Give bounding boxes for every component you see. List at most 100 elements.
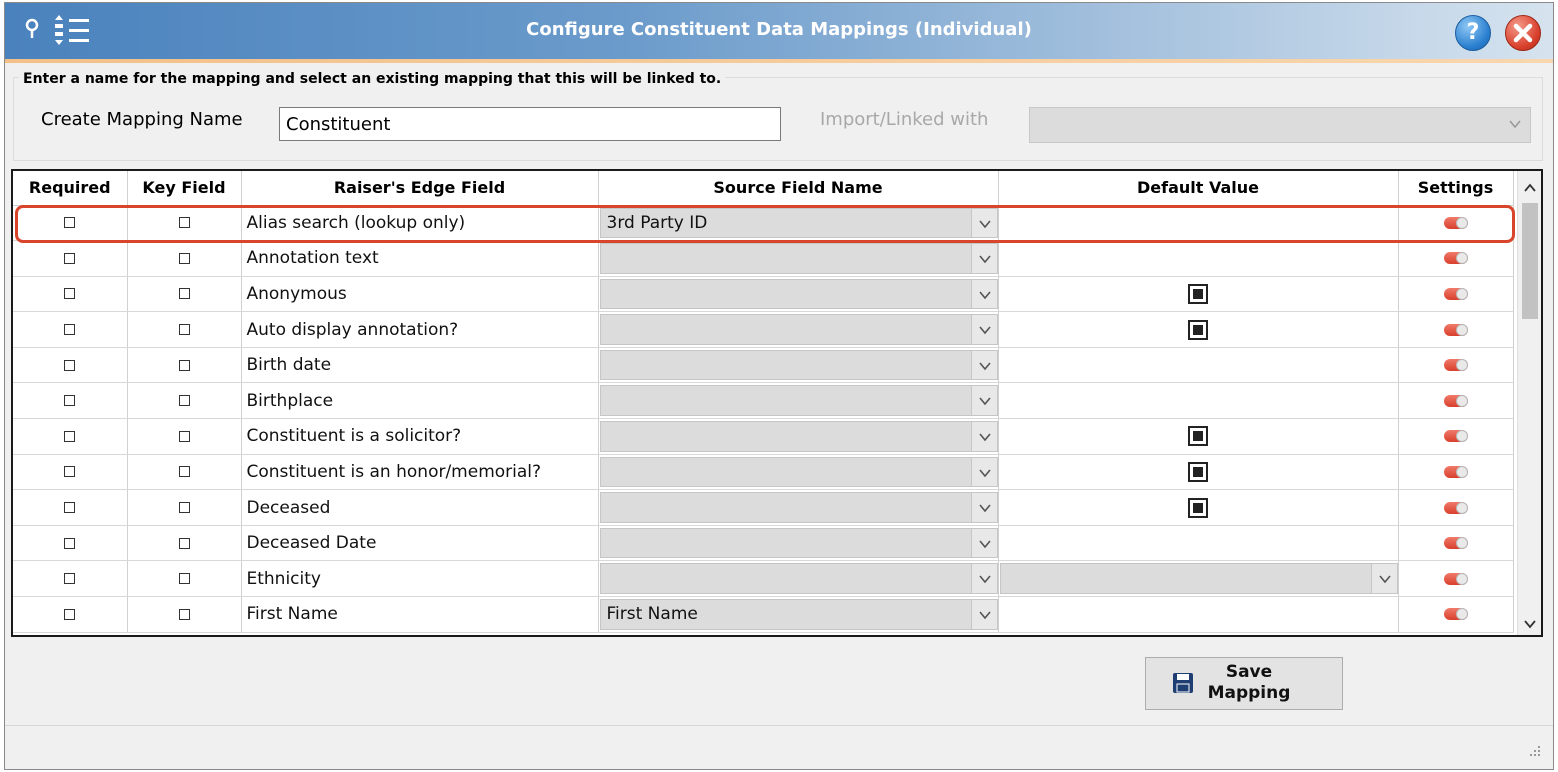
source-field-select[interactable] [599, 385, 998, 417]
default-value-cell[interactable] [998, 525, 1399, 562]
required-checkbox[interactable] [64, 395, 76, 407]
key-field-checkbox[interactable] [178, 466, 190, 478]
required-checkbox[interactable] [64, 608, 76, 620]
vertical-scrollbar[interactable] [1517, 171, 1541, 635]
source-field-select[interactable] [599, 456, 998, 488]
source-field-select[interactable] [599, 563, 998, 595]
scrollbar-thumb[interactable] [1522, 203, 1538, 319]
source-field-select[interactable] [599, 243, 998, 274]
default-value-checkbox[interactable] [1188, 319, 1208, 340]
settings-toggle-icon[interactable] [1443, 608, 1468, 621]
dropdown-button[interactable] [1370, 564, 1397, 594]
chevron-down-icon[interactable] [1524, 619, 1536, 629]
required-checkbox[interactable] [64, 252, 76, 264]
settings-toggle-icon[interactable] [1443, 252, 1468, 265]
source-field-select[interactable] [599, 314, 998, 345]
required-checkbox[interactable] [64, 324, 76, 336]
key-field-checkbox[interactable] [178, 502, 190, 514]
key-field-checkbox[interactable] [178, 537, 190, 549]
table-row[interactable]: Annotation text [13, 240, 1514, 277]
default-value-cell[interactable] [998, 205, 1399, 242]
settings-toggle-icon[interactable] [1443, 394, 1468, 407]
import-linked-select[interactable] [1029, 107, 1531, 143]
default-value-cell[interactable] [998, 454, 1399, 491]
default-value-cell[interactable] [998, 311, 1399, 348]
table-row[interactable]: Auto display annotation? [13, 311, 1514, 348]
settings-toggle-icon[interactable] [1443, 216, 1468, 229]
dropdown-button[interactable] [970, 350, 997, 380]
table-row[interactable]: Ethnicity [13, 560, 1514, 598]
table-row[interactable]: Birth date [13, 347, 1514, 384]
required-checkbox[interactable] [64, 359, 76, 371]
settings-toggle-icon[interactable] [1443, 430, 1468, 443]
default-value-select[interactable] [999, 563, 1398, 595]
dropdown-button[interactable] [970, 315, 997, 344]
key-field-checkbox[interactable] [178, 288, 190, 300]
key-field-checkbox[interactable] [178, 395, 190, 407]
required-checkbox[interactable] [64, 573, 76, 585]
table-row[interactable]: Deceased Date [13, 525, 1514, 562]
settings-toggle-icon[interactable] [1443, 323, 1468, 336]
key-field-checkbox[interactable] [178, 608, 190, 620]
close-x-icon[interactable] [1505, 15, 1541, 51]
required-checkbox[interactable] [64, 502, 76, 514]
settings-toggle-icon[interactable] [1443, 572, 1468, 585]
key-field-checkbox[interactable] [178, 430, 190, 442]
settings-toggle-icon[interactable] [1443, 287, 1468, 300]
source-field-select[interactable] [599, 278, 998, 310]
settings-toggle-icon[interactable] [1443, 501, 1468, 514]
source-field-select[interactable]: First Name [599, 599, 998, 630]
source-field-select[interactable] [599, 492, 998, 523]
dropdown-button[interactable] [970, 279, 997, 309]
default-value-cell[interactable] [998, 347, 1399, 384]
default-value-cell[interactable] [998, 596, 1399, 633]
key-field-checkbox[interactable] [178, 359, 190, 371]
default-value-checkbox[interactable] [1188, 426, 1208, 447]
required-checkbox[interactable] [64, 288, 76, 300]
resize-grip-icon[interactable] [1525, 741, 1543, 759]
key-field-checkbox[interactable] [178, 324, 190, 336]
default-value-cell[interactable] [998, 240, 1399, 277]
settings-toggle-icon[interactable] [1443, 465, 1468, 478]
mapping-name-input[interactable] [279, 107, 781, 141]
default-value-cell[interactable] [998, 489, 1399, 526]
default-value-cell[interactable] [998, 276, 1399, 313]
key-field-checkbox[interactable] [178, 573, 190, 585]
dropdown-button[interactable] [970, 457, 997, 487]
col-required[interactable]: Required [13, 171, 128, 206]
dropdown-button[interactable] [970, 564, 997, 594]
default-value-checkbox[interactable] [1188, 461, 1208, 482]
required-checkbox[interactable] [64, 217, 76, 229]
dropdown-button[interactable] [970, 244, 997, 273]
dropdown-button[interactable] [970, 600, 997, 629]
dropdown-button[interactable] [970, 528, 997, 558]
col-source-field[interactable]: Source Field Name [598, 171, 999, 206]
dropdown-button[interactable] [970, 422, 997, 451]
table-row[interactable]: Constituent is a solicitor? [13, 418, 1514, 455]
required-checkbox[interactable] [64, 430, 76, 442]
source-field-select[interactable]: 3rd Party ID [599, 207, 998, 239]
dropdown-button[interactable] [970, 493, 997, 522]
default-value-cell[interactable] [998, 418, 1399, 455]
required-checkbox[interactable] [64, 537, 76, 549]
dropdown-button[interactable] [970, 386, 997, 416]
source-field-select[interactable] [599, 421, 998, 452]
table-row[interactable]: Constituent is an honor/memorial? [13, 454, 1514, 491]
col-settings[interactable]: Settings [1398, 171, 1514, 206]
table-row[interactable]: Birthplace [13, 382, 1514, 420]
dropdown-button[interactable] [970, 208, 997, 238]
default-value-cell[interactable] [998, 560, 1399, 598]
default-value-checkbox[interactable] [1188, 283, 1208, 304]
default-value-cell[interactable] [998, 382, 1399, 420]
col-key-field[interactable]: Key Field [127, 171, 242, 206]
table-row[interactable]: Alias search (lookup only) 3rd Party ID [13, 205, 1514, 242]
required-checkbox[interactable] [64, 466, 76, 478]
table-row[interactable]: First Name First Name [13, 596, 1514, 633]
table-row[interactable]: Anonymous [13, 276, 1514, 313]
default-value-checkbox[interactable] [1188, 497, 1208, 518]
save-mapping-button[interactable]: Save Mapping [1145, 657, 1343, 710]
settings-toggle-icon[interactable] [1443, 537, 1468, 550]
chevron-up-icon[interactable] [1524, 183, 1536, 193]
source-field-select[interactable] [599, 349, 998, 381]
settings-toggle-icon[interactable] [1443, 359, 1468, 372]
